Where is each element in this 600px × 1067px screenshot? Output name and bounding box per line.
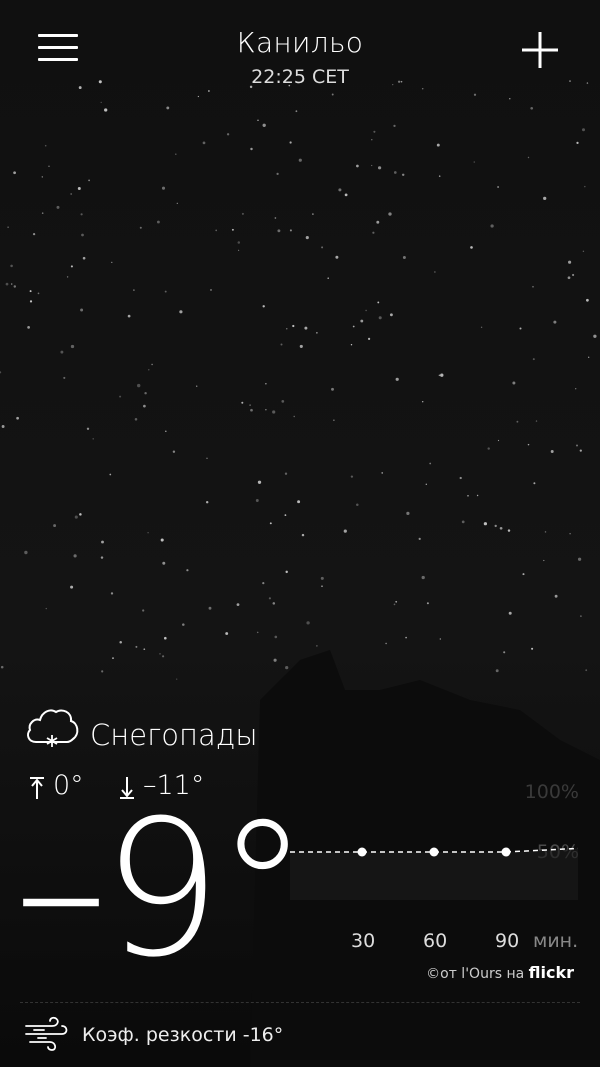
precip-point xyxy=(429,847,439,857)
flickr-logo: flickr xyxy=(528,963,574,982)
local-time: 22:25 CET xyxy=(251,66,349,88)
precip-point xyxy=(501,847,511,857)
x-unit-label: мин. xyxy=(533,930,579,952)
wind-chill-label: Коэф. резкости -16° xyxy=(82,1024,284,1046)
location-title: Канильо xyxy=(236,26,364,59)
precip-point xyxy=(357,847,367,857)
condition-label: Снегопады xyxy=(90,718,258,752)
x-tick-label: 60 xyxy=(423,930,448,952)
divider xyxy=(20,1002,580,1003)
current-temperature: –9° xyxy=(14,780,310,999)
x-tick-label: 90 xyxy=(495,930,520,952)
x-tick-label: 30 xyxy=(351,930,376,952)
credit-text: ©от l'Ours на xyxy=(426,966,525,982)
cloud-snow-icon xyxy=(27,709,79,747)
photo-credit[interactable]: ©от l'Ours на flickr xyxy=(426,963,574,982)
wind-icon xyxy=(25,1016,68,1051)
plus-icon[interactable] xyxy=(520,30,560,70)
top-bar: Канильо 22:25 CET xyxy=(0,0,600,110)
precipitation-chart xyxy=(290,847,579,900)
